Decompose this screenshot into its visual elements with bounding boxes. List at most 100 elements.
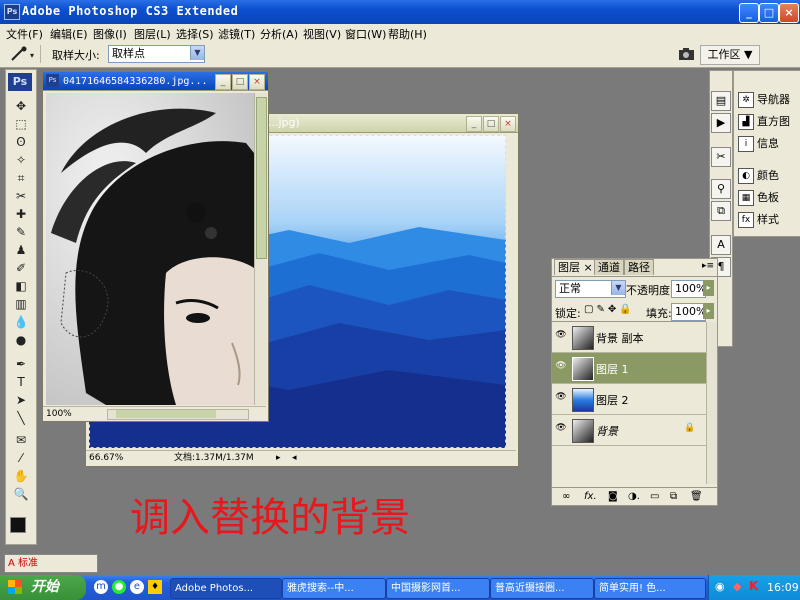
- tab-channels[interactable]: 通道: [594, 259, 624, 275]
- quicklaunch-icon-4[interactable]: ♦: [148, 580, 162, 594]
- trash-icon[interactable]: 🗑: [690, 488, 703, 505]
- styles-tab[interactable]: fx 样式: [738, 211, 779, 229]
- task-photoshop[interactable]: Adobe Photos...: [170, 578, 282, 599]
- menu-image[interactable]: 图像(I): [93, 26, 127, 42]
- adjustment-icon[interactable]: ◑.: [628, 488, 640, 505]
- menu-layer[interactable]: 图层(L): [134, 26, 171, 42]
- eraser-tool-icon[interactable]: ◧: [11, 278, 31, 294]
- brush-tool-icon[interactable]: ✎: [11, 224, 31, 240]
- fill-input[interactable]: 100%: [671, 303, 706, 321]
- fill-slider-button[interactable]: ▸: [703, 303, 714, 319]
- close-button[interactable]: ×: [779, 3, 799, 23]
- histogram-tab[interactable]: ▟ 直方图: [738, 113, 790, 131]
- doc-close-button[interactable]: ×: [500, 116, 516, 132]
- tray-icon-2[interactable]: ◆: [733, 580, 741, 593]
- eye-icon[interactable]: 👁: [555, 392, 567, 402]
- menu-window[interactable]: 窗口(W): [345, 26, 386, 42]
- quicklaunch-icon-3[interactable]: e: [130, 580, 144, 594]
- layer-row-background-copy[interactable]: 👁 背景 副本: [552, 322, 706, 353]
- minimize-button[interactable]: _: [739, 3, 759, 23]
- layer-row-layer1[interactable]: 👁 图层 1: [552, 353, 706, 384]
- tab-layers[interactable]: 图层 ×: [554, 259, 597, 275]
- doc-minimize-button[interactable]: _: [215, 74, 231, 90]
- menu-view[interactable]: 视图(V): [303, 26, 341, 42]
- blur-tool-icon[interactable]: 💧: [11, 314, 31, 330]
- notes-tool-icon[interactable]: ✉: [11, 432, 31, 448]
- workspace-button[interactable]: 工作区 ▼: [700, 45, 760, 65]
- eye-icon[interactable]: 👁: [555, 423, 567, 433]
- move-tool-icon[interactable]: ✥: [11, 98, 31, 114]
- character-panel-icon[interactable]: A: [711, 235, 731, 255]
- tab-paths[interactable]: 路径: [624, 259, 654, 275]
- layer-comps-icon[interactable]: ⧉: [711, 201, 731, 221]
- maximize-button[interactable]: □: [759, 3, 779, 23]
- zoom-tool-icon[interactable]: 🔍: [11, 486, 31, 502]
- vertical-scrollbar[interactable]: [254, 93, 267, 405]
- line-tool-icon[interactable]: ╲: [11, 410, 31, 426]
- zoom-level[interactable]: 66.67%: [89, 451, 123, 465]
- lock-icons[interactable]: ▢✎✥🔒: [584, 304, 635, 315]
- doc-maximize-button[interactable]: □: [483, 116, 499, 132]
- menu-edit[interactable]: 编辑(E): [50, 26, 88, 42]
- magic-wand-tool-icon[interactable]: ✧: [11, 152, 31, 168]
- healing-tool-icon[interactable]: ✚: [11, 206, 31, 222]
- panel-menu-icon[interactable]: ▸≡: [702, 261, 714, 271]
- status-arrow-icon[interactable]: ▸: [276, 451, 281, 465]
- doc-minimize-button[interactable]: _: [466, 116, 482, 132]
- menu-filter[interactable]: 滤镜(T): [218, 26, 255, 42]
- new-layer-icon[interactable]: ⧉: [670, 488, 677, 505]
- opacity-slider-button[interactable]: ▸: [703, 280, 714, 296]
- info-tab[interactable]: i 信息: [738, 135, 779, 153]
- scrollbar-thumb[interactable]: [116, 410, 216, 418]
- doc-maximize-button[interactable]: □: [232, 74, 248, 90]
- tool-presets-icon[interactable]: ✂: [711, 147, 731, 167]
- ime-toolbar[interactable]: A 标准: [4, 554, 98, 573]
- color-tab[interactable]: ◐ 颜色: [738, 167, 779, 185]
- menu-analysis[interactable]: 分析(A): [260, 26, 298, 42]
- menu-select[interactable]: 选择(S): [176, 26, 214, 42]
- link-icon[interactable]: ∞: [562, 488, 570, 505]
- scroll-left-icon[interactable]: ◂: [292, 451, 297, 465]
- quicklaunch-icon-2[interactable]: ●: [112, 580, 126, 594]
- menu-help[interactable]: 帮助(H): [388, 26, 427, 42]
- hand-tool-icon[interactable]: ✋: [11, 468, 31, 484]
- type-tool-icon[interactable]: T: [11, 374, 31, 390]
- task-china-photo[interactable]: 中国摄影网首...: [386, 578, 490, 599]
- eye-icon[interactable]: 👁: [555, 361, 567, 371]
- canvas-portrait[interactable]: [46, 93, 254, 405]
- layer-row-layer2[interactable]: 👁 图层 2: [552, 384, 706, 415]
- dodge-tool-icon[interactable]: ●: [11, 332, 31, 348]
- stamp-tool-icon[interactable]: ♟: [11, 242, 31, 258]
- slice-tool-icon[interactable]: ✂: [11, 188, 31, 204]
- sample-size-select[interactable]: 取样点 ▼: [108, 45, 205, 63]
- path-select-tool-icon[interactable]: ➤: [11, 392, 31, 408]
- crop-tool-icon[interactable]: ⌗: [11, 170, 31, 186]
- zoom-level[interactable]: 100%: [46, 407, 72, 421]
- lasso-tool-icon[interactable]: ʘ: [11, 134, 31, 150]
- menu-file[interactable]: 文件(F): [6, 26, 43, 42]
- fx-icon[interactable]: fx.: [584, 488, 597, 505]
- tool-preset-picker[interactable]: ▾: [4, 45, 41, 63]
- task-closeup-ring[interactable]: 普高近摄接圈...: [490, 578, 594, 599]
- tray-icon-3[interactable]: K: [749, 579, 758, 593]
- pen-tool-icon[interactable]: ✒: [11, 356, 31, 372]
- layers-scrollbar[interactable]: [706, 322, 717, 484]
- file-browser-button[interactable]: [676, 45, 698, 63]
- layer-row-background[interactable]: 👁 背景 🔒: [552, 415, 706, 446]
- marquee-tool-icon[interactable]: ⬚: [11, 116, 31, 132]
- history-brush-tool-icon[interactable]: ✐: [11, 260, 31, 276]
- opacity-input[interactable]: 100%: [671, 280, 706, 298]
- eyedropper-tool-icon[interactable]: ⁄: [11, 450, 31, 466]
- scrollbar-thumb[interactable]: [256, 97, 267, 259]
- gradient-tool-icon[interactable]: ▥: [11, 296, 31, 312]
- actions-panel-icon[interactable]: ▶: [711, 113, 731, 133]
- mask-icon[interactable]: ◙: [608, 488, 618, 505]
- foreground-color-swatch[interactable]: [10, 517, 26, 533]
- tray-icon-1[interactable]: ◉: [715, 580, 725, 593]
- folder-icon[interactable]: ▭: [650, 488, 659, 505]
- swatches-tab[interactable]: ▦ 色板: [738, 189, 779, 207]
- eye-icon[interactable]: 👁: [555, 330, 567, 340]
- document-window-portrait[interactable]: Ps 04171646584336280.jpg... _ □ × 100%: [42, 71, 269, 422]
- task-yahoo-search[interactable]: 雅虎搜索--中...: [282, 578, 386, 599]
- navigator-tab[interactable]: ✲ 导航器: [738, 91, 790, 109]
